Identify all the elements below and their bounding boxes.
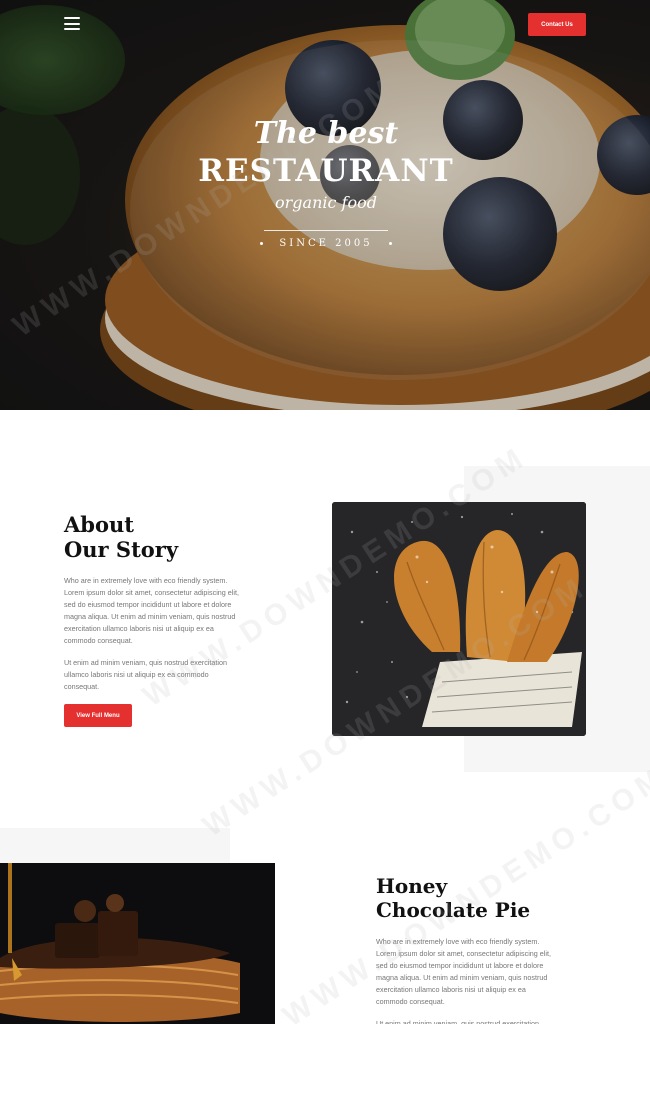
about-paragraph: Who are in extremely love with eco frien…	[64, 576, 239, 645]
hero-banner: Contact Us The best RESTAURANT organic f…	[0, 0, 650, 410]
about-paragraph: Ut enim ad minim veniam, quis nostrud ex…	[64, 658, 227, 691]
logo-dot-icon	[260, 242, 264, 245]
honey-chocolate-pie-photo	[0, 863, 275, 1024]
menu-bar	[64, 17, 80, 19]
about-title-line2: Our Story	[64, 537, 179, 562]
logo-line-restaurant: RESTAURANT	[198, 153, 454, 189]
honey-title-line1: Honey	[376, 874, 448, 898]
restaurant-logo: The best RESTAURANT organic food SINCE 2…	[196, 112, 456, 307]
churros-image	[332, 502, 586, 736]
churros-photo	[332, 502, 586, 736]
hamburger-menu-icon[interactable]	[64, 17, 80, 30]
menu-bar	[64, 22, 80, 25]
logo-divider	[264, 230, 388, 231]
honey-paragraph: Who are in extremely love with eco frien…	[376, 937, 551, 1006]
view-full-menu-button[interactable]: View Full Menu	[64, 704, 132, 727]
honey-title: Honey Chocolate Pie	[376, 874, 596, 922]
logo-line-the-best: The best	[253, 116, 399, 151]
honey-paragraph: Ut enim ad minim veniam, quis nostrud ex…	[376, 1019, 539, 1024]
chocolate-pie-image	[0, 863, 275, 1024]
menu-bar	[64, 28, 80, 30]
logo-line-organic-food: organic food	[275, 193, 377, 212]
logo-since-line: SINCE 2005	[196, 237, 456, 251]
logo-since-text: SINCE 2005	[279, 238, 373, 249]
contact-us-button[interactable]: Contact Us	[528, 13, 586, 36]
logo-dot-icon	[388, 242, 392, 245]
about-title: About Our Story	[64, 512, 284, 562]
about-title-line1: About	[64, 512, 134, 537]
honey-title-line2: Chocolate Pie	[376, 898, 531, 922]
